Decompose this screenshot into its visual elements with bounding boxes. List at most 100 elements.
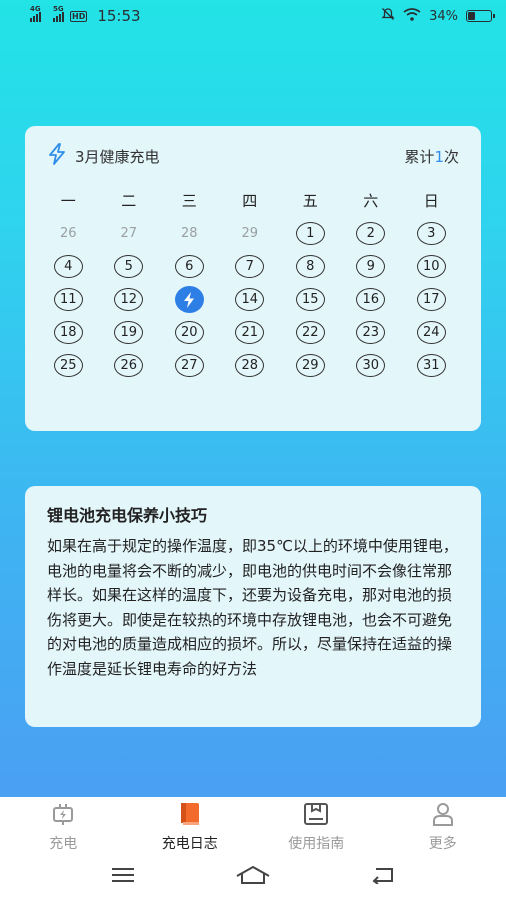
calendar-cell: 9 — [341, 250, 402, 283]
calendar-cell: 23 — [341, 316, 402, 349]
calendar-grid: 26 27 28 29 1 2 3 4 5 6 7 8 9 10 11 12 14 15 16 17 18 19 20 21 2… — [25, 217, 481, 382]
calendar-cell: 21 — [220, 316, 281, 349]
calendar-day[interactable]: 17 — [416, 288, 446, 311]
system-nav-bar — [0, 857, 506, 897]
weekday-label: 日 — [423, 192, 439, 210]
calendar-cell: 2 — [341, 217, 402, 250]
mute-icon — [381, 7, 395, 25]
calendar-cell: 25 — [38, 349, 99, 382]
calendar-cell: 18 — [38, 316, 99, 349]
calendar-day[interactable]: 6 — [174, 255, 204, 278]
calendar-day[interactable]: 31 — [416, 354, 446, 377]
charge-count-value: 1 — [434, 147, 444, 166]
weekday-label: 五 — [302, 192, 318, 210]
calendar-day[interactable]: 3 — [416, 222, 446, 245]
calendar-day[interactable]: 7 — [235, 255, 265, 278]
calendar-day[interactable]: 26 — [114, 354, 144, 377]
back-nav-icon[interactable] — [370, 866, 396, 888]
charged-day[interactable] — [174, 286, 204, 313]
calendar-day[interactable]: 24 — [416, 321, 446, 344]
tab-guide[interactable]: 使用指南 — [253, 797, 380, 857]
calendar-cell: 29 — [220, 217, 281, 250]
charged-lightning-icon — [184, 291, 195, 308]
calendar-day[interactable]: 11 — [53, 288, 83, 311]
calendar-day[interactable]: 18 — [53, 321, 83, 344]
charge-count: 累计1次 — [404, 146, 459, 167]
calendar-cell: 1 — [280, 217, 341, 250]
calendar-day[interactable]: 30 — [356, 354, 386, 377]
calendar-cell: 16 — [341, 283, 402, 316]
weekday-label: 二 — [121, 192, 137, 210]
calendar-day[interactable]: 25 — [53, 354, 83, 377]
calendar-cell: 15 — [280, 283, 341, 316]
prev-month-day: 28 — [180, 226, 198, 241]
tab-more-label: 更多 — [428, 835, 457, 852]
calendar-day[interactable]: 22 — [295, 321, 325, 344]
wifi-icon — [403, 7, 421, 25]
prev-month-day: 26 — [59, 226, 77, 241]
tab-charge[interactable]: 充电 — [0, 797, 127, 857]
charge-count-suffix: 次 — [443, 147, 459, 166]
calendar-day[interactable]: 12 — [114, 288, 144, 311]
calendar-day[interactable]: 15 — [295, 288, 325, 311]
signal-5g-icon: 5G — [53, 5, 64, 22]
calendar-day[interactable]: 20 — [174, 321, 204, 344]
charge-count-prefix: 累计 — [404, 147, 435, 166]
calendar-cell: 8 — [280, 250, 341, 283]
calendar-day[interactable]: 29 — [295, 354, 325, 377]
calendar-day[interactable]: 1 — [295, 222, 325, 245]
calendar-cell: 19 — [99, 316, 160, 349]
weekday-label: 四 — [242, 192, 258, 210]
calendar-day[interactable]: 16 — [356, 288, 386, 311]
charging-calendar-card: 3月健康充电 累计1次 一二三四五六日 26 27 28 29 1 2 3 4 5 6 7 8 9 10 1… — [25, 126, 481, 431]
calendar-cell: 6 — [159, 250, 220, 283]
tab-charge-log[interactable]: 充电日志 — [127, 797, 254, 857]
prev-month-day: 27 — [120, 226, 138, 241]
calendar-day[interactable]: 27 — [174, 354, 204, 377]
menu-nav-icon[interactable] — [110, 866, 136, 888]
calendar-day[interactable]: 21 — [235, 321, 265, 344]
tab-guide-label: 使用指南 — [288, 835, 345, 852]
calendar-cell: 12 — [99, 283, 160, 316]
tab-charge-log-label: 充电日志 — [161, 835, 218, 852]
calendar-cell: 22 — [280, 316, 341, 349]
tab-charge-label: 充电 — [49, 835, 78, 852]
prev-month-day: 29 — [241, 226, 259, 241]
calendar-cell: 20 — [159, 316, 220, 349]
calendar-header: 3月健康充电 累计1次 — [25, 126, 481, 186]
guide-icon — [303, 802, 329, 830]
calendar-title: 3月健康充电 — [47, 143, 160, 169]
calendar-day[interactable]: 28 — [235, 354, 265, 377]
calendar-day[interactable]: 5 — [114, 255, 144, 278]
calendar-cell: 3 — [401, 217, 462, 250]
hd-voice-icon: HD — [70, 10, 88, 22]
user-icon — [431, 802, 455, 830]
calendar-cell: 4 — [38, 250, 99, 283]
calendar-cell: 31 — [401, 349, 462, 382]
tab-more[interactable]: 更多 — [380, 797, 506, 857]
calendar-cell: 29 — [280, 349, 341, 382]
calendar-day[interactable]: 19 — [114, 321, 144, 344]
calendar-cell: 17 — [401, 283, 462, 316]
calendar-cell — [159, 283, 220, 316]
calendar-cell: 27 — [159, 349, 220, 382]
calendar-day[interactable]: 2 — [356, 222, 386, 245]
calendar-day[interactable]: 10 — [416, 255, 446, 278]
clock: 15:53 — [97, 7, 141, 25]
calendar-cell: 7 — [220, 250, 281, 283]
calendar-day[interactable]: 8 — [295, 255, 325, 278]
calendar-cell: 14 — [220, 283, 281, 316]
calendar-cell: 5 — [99, 250, 160, 283]
calendar-day[interactable]: 9 — [356, 255, 386, 278]
calendar-cell: 28 — [159, 217, 220, 250]
calendar-day[interactable]: 4 — [53, 255, 83, 278]
tips-title: 锂电池充电保养小技巧 — [47, 506, 208, 525]
home-nav-icon[interactable] — [235, 865, 271, 889]
bottom-tabbar: 充电 充电日志 使用指南 更多 — [0, 797, 506, 900]
book-icon — [179, 802, 201, 830]
calendar-day[interactable]: 14 — [235, 288, 265, 311]
calendar-day[interactable]: 23 — [356, 321, 386, 344]
weekday-label: 六 — [363, 192, 379, 210]
signal-4g-icon: 4G — [30, 5, 41, 22]
weekday-row: 一二三四五六日 — [25, 189, 481, 213]
